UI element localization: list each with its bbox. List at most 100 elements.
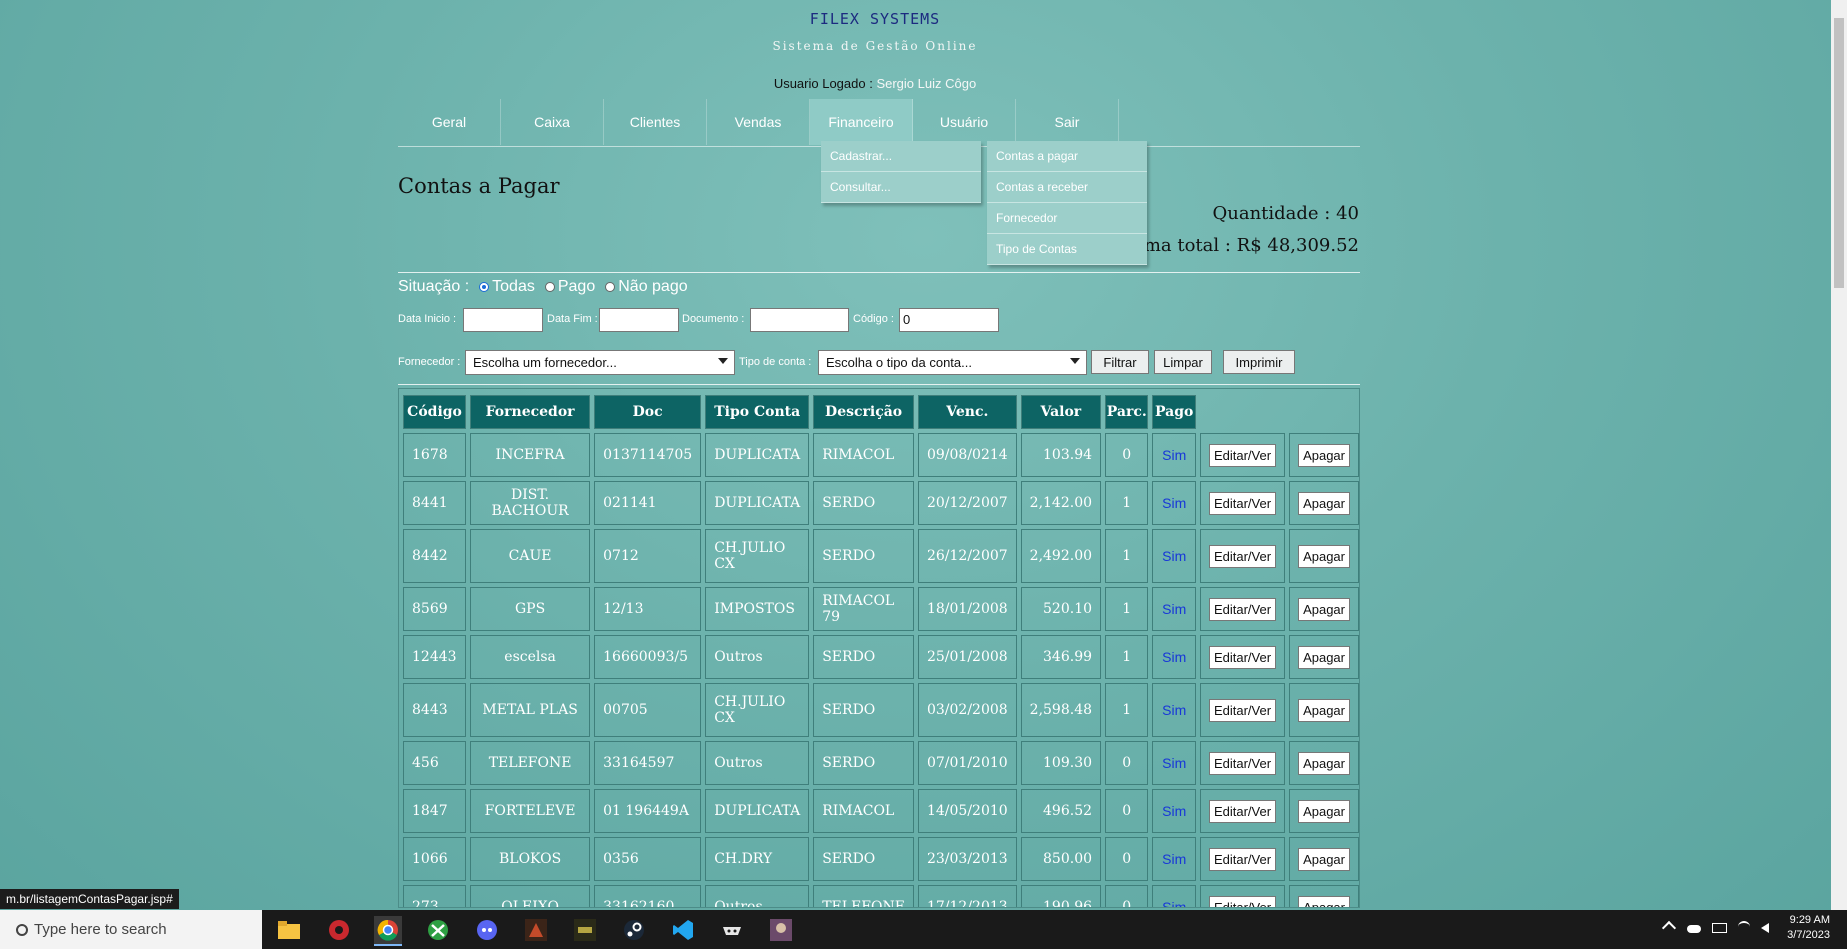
battery-icon[interactable] <box>1712 923 1728 933</box>
table-row: 8443 METAL PLAS 00705 CH.JULIO CX SERDO 03/02… <box>403 683 1359 737</box>
cell-tipo-conta-value: Outros <box>714 755 763 771</box>
submenu-tipo-de-contas[interactable]: Tipo de Contas <box>987 234 1147 265</box>
tipo-conta-select[interactable]: Escolha o tipo da conta... <box>818 350 1087 375</box>
data-inicio-input[interactable] <box>463 308 543 332</box>
edit-button[interactable]: Editar/Ver <box>1208 847 1277 871</box>
cell-doc: 021141 <box>594 481 702 525</box>
edit-button[interactable]: Editar/Ver <box>1208 491 1277 515</box>
nav-clientes[interactable]: Clientes <box>604 99 707 145</box>
radio-nao-pago[interactable] <box>605 282 616 292</box>
nav-caixa[interactable]: Caixa <box>501 99 604 145</box>
radio-pago[interactable] <box>544 282 555 292</box>
cell-tipo-conta-value: DUPLICATA <box>714 447 801 463</box>
delete-button[interactable]: Apagar <box>1298 847 1350 871</box>
delete-button[interactable]: Apagar <box>1298 799 1350 823</box>
submenu-fornecedor[interactable]: Fornecedor <box>987 203 1147 234</box>
edit-button[interactable]: Editar/Ver <box>1208 597 1277 621</box>
cell-fornecedor-value: escelsa <box>504 649 556 665</box>
delete-button[interactable]: Apagar <box>1298 597 1350 621</box>
filtrar-button[interactable]: Filtrar <box>1091 350 1149 374</box>
edit-button[interactable]: Editar/Ver <box>1208 799 1277 823</box>
game-icon[interactable] <box>522 916 550 944</box>
edit-button[interactable]: Editar/Ver <box>1208 645 1277 669</box>
edit-button[interactable]: Editar/Ver <box>1208 443 1277 467</box>
game4-icon[interactable] <box>767 916 795 944</box>
nav-financeiro[interactable]: Financeiro <box>810 99 913 145</box>
cell-pago-value[interactable]: Sim <box>1162 755 1186 771</box>
cloud-icon[interactable] <box>1687 925 1702 933</box>
edit-button[interactable]: Editar/Ver <box>1208 751 1277 775</box>
cell-pago[interactable]: Sim <box>1152 837 1196 881</box>
chevron-up-icon[interactable] <box>1661 920 1677 936</box>
limpar-button[interactable]: Limpar <box>1154 350 1212 374</box>
file-explorer-icon[interactable] <box>275 916 303 944</box>
steam-icon[interactable] <box>620 916 648 944</box>
cell-pago[interactable]: Sim <box>1152 741 1196 785</box>
cell-pago-value[interactable]: Sim <box>1162 803 1186 819</box>
xbox-icon[interactable] <box>424 916 452 944</box>
cell-pago-value[interactable]: Sim <box>1162 702 1186 718</box>
game3-icon[interactable] <box>718 916 746 944</box>
imprimir-button[interactable]: Imprimir <box>1223 350 1295 374</box>
table-row: 456 TELEFONE 33164597 Outros SERDO 07/01/2010… <box>403 741 1359 785</box>
edit-button[interactable]: Editar/Ver <box>1208 698 1277 722</box>
data-fim-input[interactable] <box>599 308 679 332</box>
col-valor: Valor <box>1020 395 1102 429</box>
cell-codigo-value: 12443 <box>412 649 457 665</box>
cell-pago[interactable]: Sim <box>1152 683 1196 737</box>
fornecedor-label: Fornecedor : <box>398 356 461 368</box>
codigo-input[interactable]: 0 <box>899 308 999 332</box>
vscode-icon[interactable] <box>669 916 697 944</box>
game2-icon[interactable] <box>571 916 599 944</box>
data-inicio-label: Data Inicio : <box>398 313 457 325</box>
cell-pago-value[interactable]: Sim <box>1162 548 1186 564</box>
cell-pago[interactable]: Sim <box>1152 481 1196 525</box>
delete-button[interactable]: Apagar <box>1298 645 1350 669</box>
cell-pago[interactable]: Sim <box>1152 635 1196 679</box>
cell-pago-value[interactable]: Sim <box>1162 899 1186 908</box>
nav-geral[interactable]: Geral <box>398 99 501 145</box>
delete-button[interactable]: Apagar <box>1298 751 1350 775</box>
taskbar-search[interactable]: Type here to search <box>0 910 262 949</box>
menu-consultar[interactable]: Consultar... <box>821 172 981 203</box>
app-red-icon[interactable] <box>325 916 353 944</box>
wifi-icon[interactable] <box>1738 921 1751 933</box>
delete-button[interactable]: Apagar <box>1298 443 1350 467</box>
documento-input[interactable] <box>750 308 849 332</box>
nav-vendas[interactable]: Vendas <box>707 99 810 145</box>
cell-pago-value[interactable]: Sim <box>1162 601 1186 617</box>
brand-subtitle: Sistema de Gestão Online <box>772 39 978 53</box>
taskbar-search-placeholder: Type here to search <box>34 921 167 938</box>
submenu-contas-a-receber[interactable]: Contas a receber <box>987 172 1147 203</box>
cell-doc-value: 01 196449A <box>603 803 689 819</box>
delete-button[interactable]: Apagar <box>1298 491 1350 515</box>
cell-pago[interactable]: Sim <box>1152 587 1196 631</box>
cell-edit: Editar/Ver <box>1199 481 1286 525</box>
delete-button[interactable]: Apagar <box>1298 544 1350 568</box>
cell-pago[interactable]: Sim <box>1152 789 1196 833</box>
clock[interactable]: 9:29 AM 3/7/2023 <box>1760 914 1830 941</box>
cell-pago[interactable]: Sim <box>1152 529 1196 583</box>
cell-pago-value[interactable]: Sim <box>1162 447 1186 463</box>
delete-button[interactable]: Apagar <box>1298 895 1350 907</box>
cell-pago-value[interactable]: Sim <box>1162 649 1186 665</box>
fornecedor-select[interactable]: Escolha um fornecedor... <box>465 350 735 375</box>
cell-pago[interactable]: Sim <box>1152 885 1196 908</box>
cell-pago-value[interactable]: Sim <box>1162 851 1186 867</box>
nav-sair[interactable]: Sair <box>1016 99 1119 145</box>
edit-button[interactable]: Editar/Ver <box>1208 544 1277 568</box>
cell-pago[interactable]: Sim <box>1152 433 1196 477</box>
tray-icons[interactable] <box>1661 920 1770 936</box>
scrollbar-thumb[interactable] <box>1834 18 1844 288</box>
radio-todas[interactable] <box>479 282 490 292</box>
edit-button[interactable]: Editar/Ver <box>1208 895 1277 907</box>
cell-delete: Apagar <box>1289 433 1359 477</box>
submenu-contas-a-pagar[interactable]: Contas a pagar <box>987 141 1147 172</box>
delete-button[interactable]: Apagar <box>1298 698 1350 722</box>
search-icon <box>16 924 28 936</box>
chrome-icon[interactable] <box>374 916 402 946</box>
nav-usuario[interactable]: Usuário <box>913 99 1016 145</box>
cell-pago-value[interactable]: Sim <box>1162 495 1186 511</box>
discord-icon[interactable] <box>473 916 501 944</box>
menu-cadastrar[interactable]: Cadastrar... <box>821 141 981 172</box>
